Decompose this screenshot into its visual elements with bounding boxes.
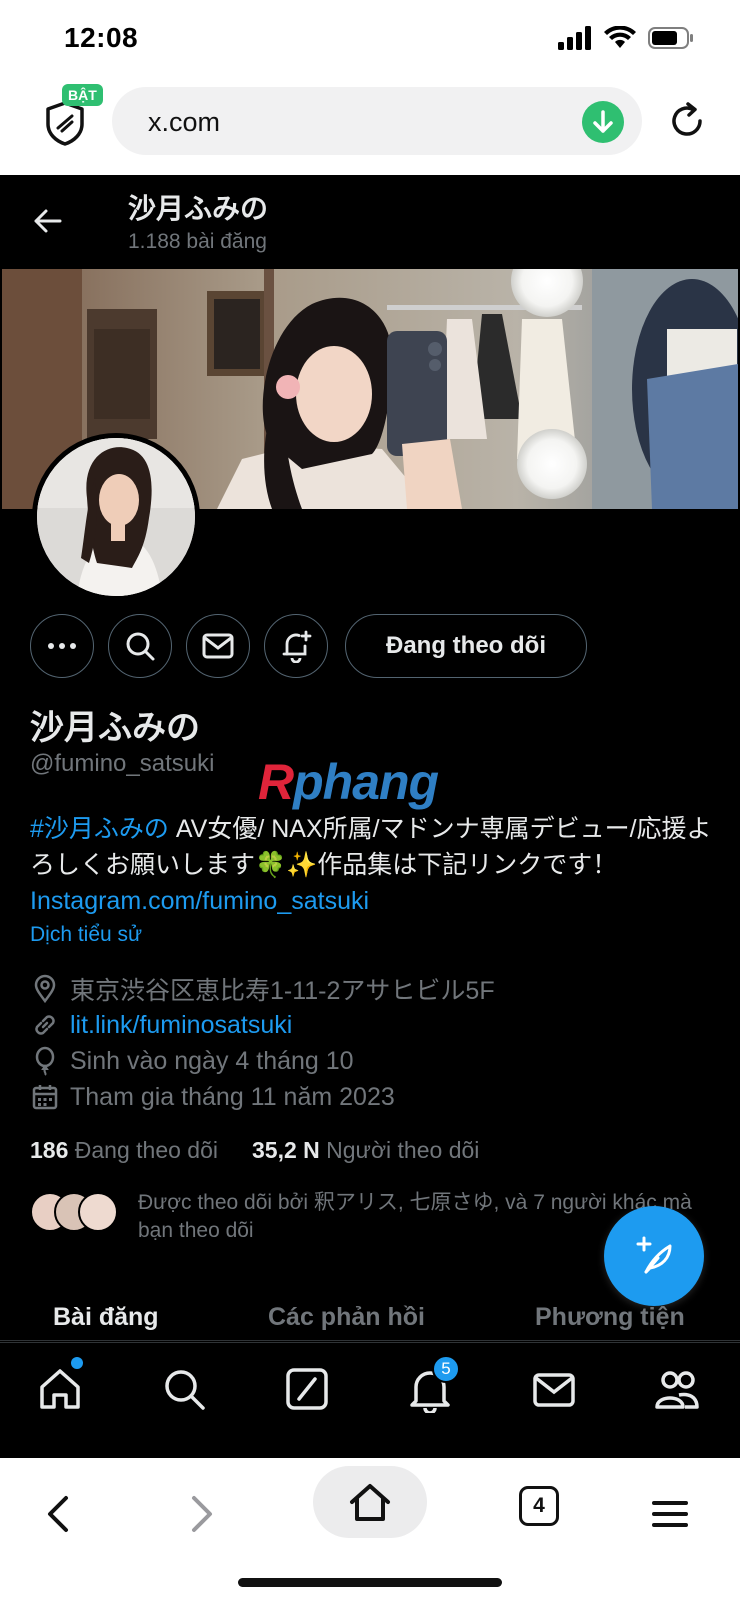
birthday-row: Sinh vào ngày 4 tháng 10 <box>30 1043 720 1079</box>
shield-status-badge: BẬT <box>62 84 103 106</box>
x-profile-page: 沙月ふみの 1.188 bài đăng Đang theo dõi 沙月ふみの… <box>0 175 740 1458</box>
notifications-subscribe-button[interactable] <box>264 614 328 678</box>
search-icon <box>126 632 155 661</box>
explore-search-icon[interactable] <box>160 1365 208 1413</box>
profile-tabs: Bài đăng Các phản hồi Phương tiện <box>0 1293 740 1341</box>
tab-replies[interactable]: Các phản hồi <box>268 1303 425 1332</box>
cellular-signal-icon <box>558 26 591 50</box>
home-indicator <box>238 1578 502 1587</box>
browser-tabs-button[interactable]: 4 <box>519 1486 559 1526</box>
location-text: 東京渋谷区恵比寿1-11-2アサヒビル5F <box>70 977 495 1005</box>
profile-avatar[interactable] <box>32 433 200 601</box>
birthday-text: Sinh vào ngày 4 tháng 10 <box>70 1046 354 1075</box>
home-unread-dot <box>71 1357 83 1369</box>
status-bar: 12:08 <box>0 0 740 78</box>
browser-toolbar: BẬT x.com <box>0 78 740 175</box>
translate-bio-link[interactable]: Dịch tiểu sử <box>30 923 142 947</box>
messages-mail-icon[interactable] <box>530 1365 578 1413</box>
more-options-button[interactable] <box>30 614 94 678</box>
location-row: 東京渋谷区恵比寿1-11-2アサヒビル5F <box>30 971 720 1007</box>
profile-top-nav: 沙月ふみの 1.188 bài đăng <box>0 175 740 269</box>
grok-icon[interactable] <box>283 1365 331 1413</box>
battery-icon <box>648 27 693 49</box>
ellipsis-icon <box>48 643 76 649</box>
back-arrow-icon[interactable] <box>30 203 66 239</box>
message-button[interactable] <box>186 614 250 678</box>
profile-meta: 東京渋谷区恵比寿1-11-2アサヒビル5F lit.link/fuminosat… <box>30 971 720 1115</box>
tab-posts[interactable]: Bài đăng <box>53 1303 159 1332</box>
joined-text: Tham gia tháng 11 năm 2023 <box>70 1082 395 1111</box>
mutual-avatars <box>30 1192 120 1234</box>
post-count: 1.188 bài đăng <box>128 230 267 253</box>
followers-stat[interactable]: 35,2 N Người theo dõi <box>252 1137 479 1164</box>
url-text[interactable]: x.com <box>148 107 220 138</box>
header-profile-name: 沙月ふみの <box>128 193 269 224</box>
download-arrow-icon <box>593 110 613 133</box>
browser-forward-icon[interactable] <box>176 1490 224 1538</box>
calendar-icon <box>32 1085 58 1110</box>
home-icon[interactable] <box>36 1365 84 1413</box>
app-bottom-nav: 5 <box>0 1342 740 1434</box>
joined-row: Tham gia tháng 11 năm 2023 <box>30 1079 720 1115</box>
link-icon <box>35 1015 55 1035</box>
following-stat[interactable]: 186 Đang theo dõi <box>30 1137 218 1164</box>
wifi-icon <box>604 26 636 48</box>
browser-bottom-toolbar: 4 <box>0 1458 740 1600</box>
compose-post-button[interactable] <box>604 1206 704 1306</box>
profile-handle: @fumino_satsuki <box>30 750 215 777</box>
followers-count: 35,2 N <box>252 1137 320 1163</box>
profile-actions: Đang theo dõi <box>0 614 740 678</box>
clock: 12:08 <box>64 22 139 53</box>
download-button[interactable] <box>582 101 624 143</box>
feather-plus-icon <box>636 1236 672 1274</box>
following-count: 186 <box>30 1137 69 1163</box>
profile-display-name: 沙月ふみの <box>30 709 200 747</box>
following-label: Đang theo dõi <box>74 1137 218 1163</box>
mail-icon <box>202 633 234 659</box>
following-button[interactable]: Đang theo dõi <box>345 614 587 678</box>
profile-bio: #沙月ふみの AV女優/ NAX所属/マドンナ専属デビュー/応援よろしくお願いし… <box>30 811 720 919</box>
browser-home-icon <box>350 1484 390 1521</box>
tab-media[interactable]: Phương tiện <box>535 1303 685 1332</box>
notification-count-badge: 5 <box>432 1355 460 1383</box>
balloon-icon <box>35 1046 55 1076</box>
browser-menu-icon[interactable] <box>646 1490 694 1538</box>
status-icons <box>558 26 694 50</box>
search-profile-button[interactable] <box>108 614 172 678</box>
browser-home-button[interactable] <box>313 1466 427 1538</box>
website-row: lit.link/fuminosatsuki <box>30 1007 720 1043</box>
bio-instagram-link[interactable]: Instagram.com/fumino_satsuki <box>30 887 369 915</box>
location-pin-icon <box>34 974 56 1004</box>
bell-plus-icon <box>282 630 312 663</box>
mutual-avatar <box>78 1192 118 1232</box>
communities-icon[interactable] <box>653 1365 701 1413</box>
reload-icon[interactable] <box>664 98 710 144</box>
browser-back-icon[interactable] <box>36 1490 84 1538</box>
bio-hashtag-link[interactable]: #沙月ふみの <box>30 815 169 843</box>
followers-label: Người theo dõi <box>326 1137 480 1163</box>
website-link[interactable]: lit.link/fuminosatsuki <box>70 1011 292 1040</box>
follow-stats: 186 Đang theo dõi 35,2 N Người theo dõi <box>30 1137 479 1164</box>
address-bar[interactable]: x.com <box>112 87 642 155</box>
watermark-logo: Rphang <box>258 754 439 810</box>
